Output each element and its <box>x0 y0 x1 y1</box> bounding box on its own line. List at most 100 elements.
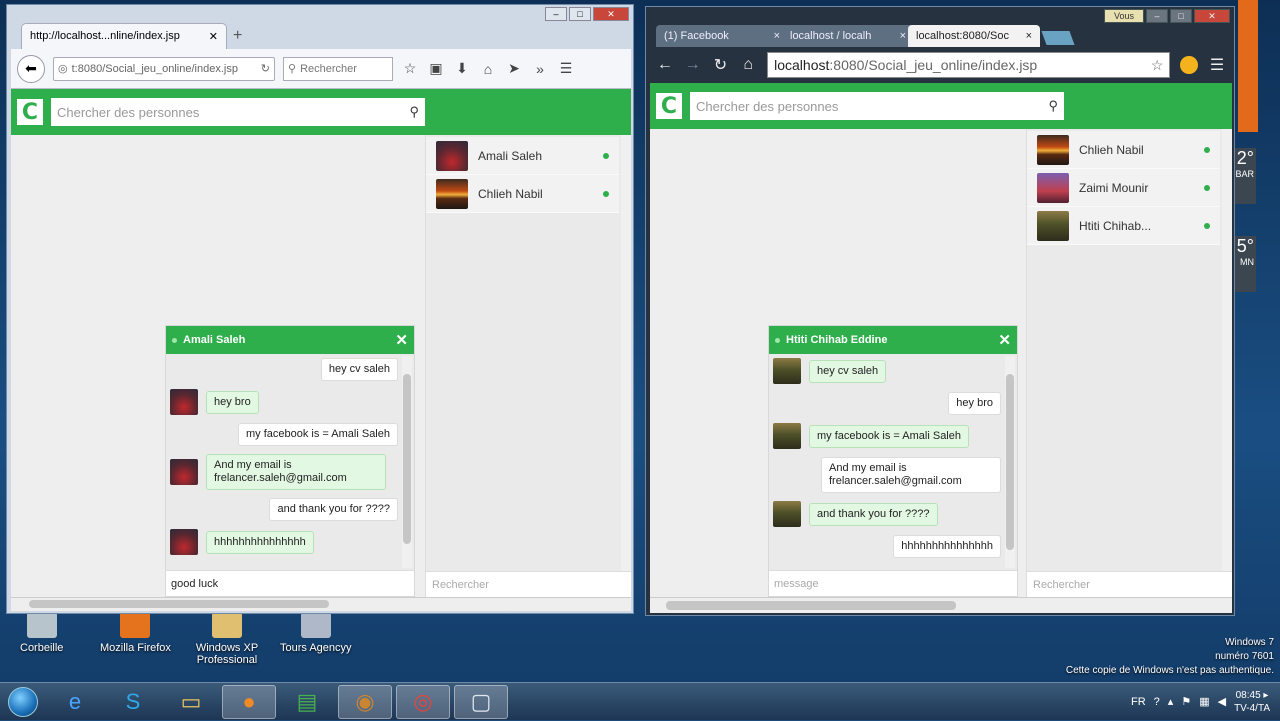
desktop-icon-recycle-bin[interactable]: Corbeille <box>20 612 63 654</box>
sidebar-scrollbar[interactable] <box>621 135 631 571</box>
contact-item[interactable]: Chlieh Nabil <box>1027 131 1220 169</box>
horizontal-scrollbar[interactable] <box>650 597 1232 613</box>
back-button[interactable]: ⬅ <box>17 54 45 83</box>
close-tab-icon[interactable]: × <box>1026 30 1032 42</box>
firefox-icon[interactable]: ● <box>222 684 276 719</box>
language-indicator[interactable]: FR <box>1131 696 1146 708</box>
tray-expand-icon[interactable]: ▴ <box>1168 695 1174 708</box>
message-row: and thank you for ???? <box>773 501 1001 527</box>
chrome-toolbar: ← → ↻ ⌂ localhost:8080/Social_jeu_online… <box>650 47 1232 83</box>
close-window-button[interactable]: ✕ <box>593 7 629 21</box>
window-controls: Vous – □ ✕ <box>1104 9 1230 23</box>
start-button[interactable] <box>0 683 46 721</box>
contact-item[interactable]: Amali Saleh <box>426 137 619 175</box>
chat-message-input[interactable]: message <box>769 570 1017 596</box>
maximize-button[interactable]: □ <box>569 7 591 21</box>
app-logo[interactable]: C <box>656 93 682 119</box>
contact-item[interactable]: Chlieh Nabil <box>426 175 619 213</box>
chat-message-input[interactable]: good luck <box>166 570 414 596</box>
folder-icon <box>212 612 242 638</box>
app-icon[interactable]: ◉ <box>338 684 392 719</box>
avatar <box>773 423 801 449</box>
home-icon[interactable]: ⌂ <box>739 56 757 74</box>
send-icon[interactable]: ➤ <box>505 60 523 77</box>
firefox-icon <box>120 612 151 638</box>
people-search-input[interactable]: Chercher des personnes ⚲ <box>51 98 425 126</box>
online-status-icon <box>1204 184 1210 191</box>
new-tab-button[interactable] <box>1041 31 1075 45</box>
extension-smiley-icon[interactable] <box>1180 56 1199 74</box>
horizontal-scrollbar[interactable] <box>11 597 631 611</box>
network-icon[interactable]: ▦ <box>1199 695 1209 708</box>
desktop-icon-windows-xp[interactable]: Windows XP Professional <box>192 612 262 666</box>
chat-scrollbar[interactable] <box>402 356 412 568</box>
chat-window: Htiti Chihab Eddine ✕ hey cv saleh hey br… <box>768 325 1018 597</box>
close-chat-icon[interactable]: ✕ <box>998 331 1011 349</box>
excel-icon[interactable]: ▤ <box>280 685 334 719</box>
menu-icon[interactable]: ☰ <box>557 60 575 77</box>
bookmark-star-icon[interactable]: ☆ <box>1151 57 1164 74</box>
close-chat-icon[interactable]: ✕ <box>395 331 408 349</box>
contact-item[interactable]: Htiti Chihab... <box>1027 207 1220 245</box>
chat-header[interactable]: Htiti Chihab Eddine ✕ <box>769 326 1017 354</box>
forward-icon[interactable]: → <box>684 56 702 74</box>
reload-icon[interactable]: ↻ <box>261 62 270 75</box>
home-icon[interactable]: ⌂ <box>479 61 497 77</box>
explorer-icon[interactable]: ▭ <box>164 685 218 719</box>
desktop-icon-firefox[interactable]: Mozilla Firefox <box>100 612 171 654</box>
recycle-bin-icon <box>26 612 57 638</box>
tab-facebook[interactable]: (1) Facebook × <box>656 25 788 47</box>
overflow-icon[interactable]: » <box>531 61 549 77</box>
avatar <box>170 459 198 485</box>
close-tab-icon[interactable]: × <box>774 30 780 42</box>
bookmark-star-icon[interactable]: ☆ <box>401 60 419 77</box>
chat-messages: hey cv saleh hey bro my facebook is = Am… <box>769 354 1017 570</box>
flag-icon[interactable]: ⚑ <box>1181 695 1191 708</box>
menu-icon[interactable]: ☰ <box>1208 55 1226 75</box>
new-tab-button[interactable]: + <box>233 27 242 45</box>
chat-header[interactable]: Amali Saleh ✕ <box>166 326 414 354</box>
contact-item[interactable]: Zaimi Mounir <box>1027 169 1220 207</box>
clipboard-icon[interactable]: ▣ <box>427 60 445 77</box>
chrome-icon[interactable]: ◎ <box>396 684 450 719</box>
browser-search-input[interactable]: ⚲ Rechercher <box>283 56 393 81</box>
minimize-button[interactable]: – <box>1146 9 1168 23</box>
contacts-search-input[interactable]: Rechercher <box>426 571 631 597</box>
social-app: C Chercher des personnes ⚲ Amali Saleh Ch… <box>11 89 631 597</box>
maximize-button[interactable]: □ <box>1170 9 1192 23</box>
close-tab-icon[interactable]: ✕ <box>209 30 218 43</box>
browser-tab-active[interactable]: http://localhost...nline/index.jsp ✕ <box>21 23 227 49</box>
reload-icon[interactable]: ↻ <box>712 55 730 75</box>
online-status-icon <box>775 337 780 343</box>
search-icon[interactable]: ⚲ <box>409 104 419 120</box>
volume-icon[interactable]: ◀ <box>1218 695 1226 708</box>
back-icon[interactable]: ← <box>656 56 674 74</box>
search-icon[interactable]: ⚲ <box>1048 98 1058 114</box>
window-icon[interactable]: ▢ <box>454 684 508 719</box>
app-logo[interactable]: C <box>17 99 43 125</box>
message-row: hey bro <box>170 389 398 415</box>
chat-scrollbar[interactable] <box>1005 356 1015 568</box>
clock[interactable]: 08:45 ▸ TV-4/TA <box>1234 689 1270 715</box>
user-badge[interactable]: Vous <box>1104 9 1144 23</box>
help-icon[interactable]: ? <box>1154 696 1160 708</box>
desktop-icon-tours-agency[interactable]: Tours Agencyy <box>280 612 352 654</box>
minimize-button[interactable]: – <box>545 7 567 21</box>
close-window-button[interactable]: ✕ <box>1194 9 1230 23</box>
tab-localhost[interactable]: localhost / localh × <box>782 25 914 47</box>
url-bar[interactable]: ◎ t:8080/Social_jeu_online/index.jsp ↻ <box>53 56 275 81</box>
message-row: And my email is frelancer.saleh@gmail.co… <box>170 454 398 490</box>
people-search-input[interactable]: Chercher des personnes ⚲ <box>690 92 1064 120</box>
contacts-search-input[interactable]: Rechercher <box>1027 571 1232 597</box>
skype-icon[interactable]: S <box>106 685 160 719</box>
url-bar[interactable]: localhost:8080/Social_jeu_online/index.j… <box>767 52 1171 78</box>
ie-icon[interactable]: e <box>48 685 102 719</box>
sidebar-scrollbar[interactable] <box>1222 129 1232 571</box>
download-icon[interactable]: ⬇ <box>453 60 471 77</box>
close-tab-icon[interactable]: × <box>900 30 906 42</box>
message-row: my facebook is = Amali Saleh <box>170 423 398 446</box>
avatar <box>1037 210 1069 241</box>
windows-watermark: Windows 7 numéro 7601 Cette copie de Win… <box>1065 637 1274 676</box>
app-topbar: C Chercher des personnes ⚲ <box>650 83 1232 129</box>
tab-social-app[interactable]: localhost:8080/Soc × <box>908 25 1040 47</box>
